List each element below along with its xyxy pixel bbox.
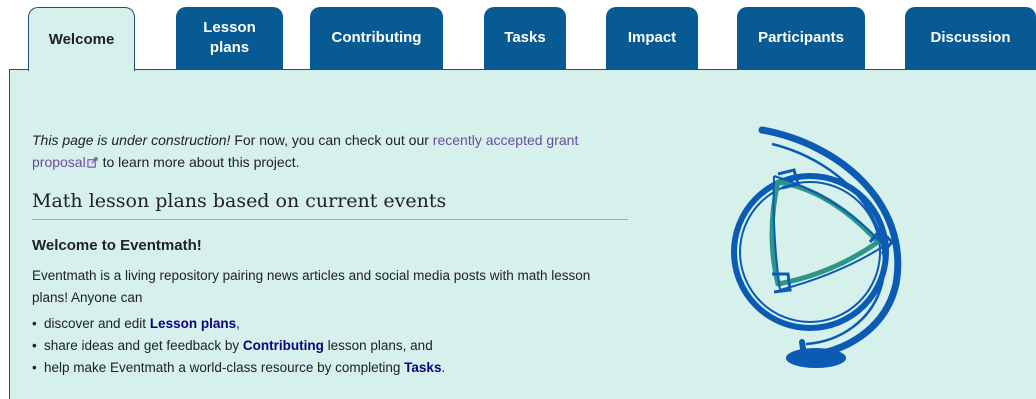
tab-label: Tasks xyxy=(504,29,546,46)
welcome-subheading: Welcome to Eventmath! xyxy=(32,237,202,254)
tab-label: Contributing xyxy=(331,29,422,46)
tab-label: Lesson plans xyxy=(203,19,256,56)
intro-paragraph: Eventmath is a living repository pairing… xyxy=(32,268,591,305)
page-heading: Math lesson plans based on current event… xyxy=(32,188,628,220)
tab-impact[interactable]: Impact xyxy=(606,7,698,69)
list-item: share ideas and get feedback by Contribu… xyxy=(32,335,628,357)
notice-italic: This page is under construction! xyxy=(32,132,231,148)
tab-discussion[interactable]: Discussion xyxy=(905,7,1036,69)
list-item-text: lesson plans, and xyxy=(323,338,433,353)
construction-notice: This page is under construction! For now… xyxy=(32,129,628,173)
list-item: discover and edit Lesson plans, xyxy=(32,313,628,335)
list-item: help make Eventmath a world-class resour… xyxy=(32,357,628,379)
notice-text-2: to learn more about this project. xyxy=(98,154,300,170)
globe-icon xyxy=(731,126,902,368)
tab-participants[interactable]: Participants xyxy=(737,7,865,69)
list-item-text: discover and edit xyxy=(44,316,150,331)
tasks-link[interactable]: Tasks xyxy=(404,360,441,375)
notice-text: For now, you can check out our xyxy=(230,132,433,148)
feature-list: discover and edit Lesson plans, share id… xyxy=(32,313,628,379)
tab-tasks[interactable]: Tasks xyxy=(484,7,566,69)
list-item-text: . xyxy=(441,360,446,375)
tab-label: Welcome xyxy=(48,30,115,48)
tab-lesson-plans[interactable]: Lesson plans xyxy=(176,7,283,69)
external-link-icon xyxy=(87,157,98,168)
tab-label: Impact xyxy=(627,29,677,46)
main-content: This page is under construction! For now… xyxy=(32,129,628,379)
tab-contributing[interactable]: Contributing xyxy=(310,7,443,69)
tab-label: Participants xyxy=(758,29,844,46)
list-item-text: help make Eventmath a world-class resour… xyxy=(44,360,405,375)
tab-label: Discussion xyxy=(930,29,1011,46)
list-item-text: , xyxy=(236,316,240,331)
tab-bar: Welcome Lesson plans Contributing Tasks … xyxy=(0,0,1036,71)
list-item-text: share ideas and get feedback by xyxy=(44,338,243,353)
contributing-link[interactable]: Contributing xyxy=(243,338,324,353)
tab-welcome[interactable]: Welcome xyxy=(28,7,135,71)
lesson-plans-link[interactable]: Lesson plans xyxy=(150,316,236,331)
